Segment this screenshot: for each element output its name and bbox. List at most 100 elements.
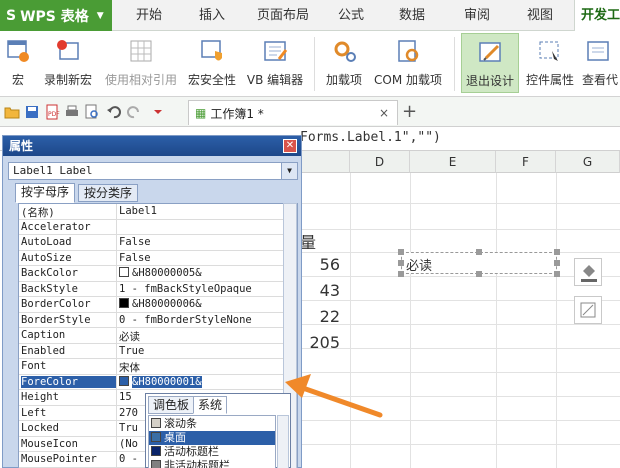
view-code-icon [582, 37, 610, 65]
object-selector[interactable]: Label1 Label ▼ [8, 162, 298, 180]
view-code-button[interactable]: 查看代 [582, 33, 620, 93]
chevron-down-icon: ▼ [281, 163, 297, 179]
ribbon-separator [314, 37, 315, 91]
object-selector-value: Label1 Label [13, 164, 93, 177]
macro-security-button[interactable]: 宏安全性 [184, 33, 240, 93]
tab-developer[interactable]: 开发工 [574, 0, 620, 31]
property-row-selected[interactable]: ForeColor &H80000001& [19, 374, 297, 390]
close-tab-icon[interactable]: × [379, 106, 389, 120]
resize-handle[interactable] [554, 271, 560, 277]
property-row[interactable]: BorderStyle 0 - fmBorderStyleNone [19, 312, 297, 328]
property-row[interactable]: Caption 必读 [19, 328, 297, 344]
document-tab[interactable]: ▦ 工作簿1 * × [188, 100, 398, 125]
properties-title[interactable]: 属性 [3, 136, 301, 156]
property-row[interactable]: BackStyle 1 - fmBackStyleOpaque [19, 281, 297, 297]
property-row[interactable]: Accelerator [19, 219, 297, 235]
grid-line [350, 173, 351, 468]
list-item[interactable]: 滚动条 [149, 417, 275, 431]
resize-handle[interactable] [476, 249, 482, 255]
close-icon[interactable]: ✕ [283, 139, 297, 153]
fill-color-button[interactable] [574, 258, 602, 286]
color-swatch [119, 267, 129, 277]
chevron-down-icon: ▼ [96, 10, 104, 21]
property-row[interactable]: AutoLoad False [19, 235, 297, 251]
grid-line [300, 229, 620, 230]
tab-palette[interactable]: 调色板 [148, 396, 195, 414]
column-header-e[interactable]: E [410, 151, 496, 173]
column-header-c[interactable] [300, 151, 350, 173]
tab-data[interactable]: 数据 [393, 0, 431, 31]
property-row[interactable]: Font 宋体 [19, 359, 297, 375]
print-preview-icon[interactable] [84, 104, 100, 120]
popup-scrollbar[interactable] [277, 415, 289, 468]
relative-reference-button[interactable]: 使用相对引用 [100, 33, 182, 93]
tab-insert[interactable]: 插入 [193, 0, 231, 31]
svg-text:PDF: PDF [48, 111, 60, 118]
cell-value[interactable]: 205 [300, 333, 340, 352]
resize-handle[interactable] [476, 271, 482, 277]
customize-toolbar-icon[interactable] [150, 104, 166, 120]
cell-value[interactable]: 43 [300, 281, 340, 300]
tab-home[interactable]: 开始 [130, 0, 168, 31]
com-addins-button[interactable]: COM 加载项 [370, 33, 446, 93]
list-item[interactable]: 非活动标题栏 [149, 459, 275, 468]
redo-icon[interactable] [126, 104, 142, 120]
app-menu-button[interactable]: S WPS 表格 ▼ [0, 0, 112, 31]
grid-line [300, 396, 620, 397]
property-row[interactable]: AutoSize False [19, 250, 297, 266]
edit-shape-button[interactable] [574, 296, 602, 324]
cell-value[interactable]: 22 [300, 307, 340, 326]
property-row[interactable]: BackColor &H80000005& [19, 266, 297, 282]
color-swatch [151, 446, 161, 456]
new-tab-icon[interactable]: + [402, 101, 417, 122]
tab-page-layout[interactable]: 页面布局 [251, 0, 315, 31]
tab-system-colors[interactable]: 系统 [193, 396, 228, 414]
control-properties-icon [536, 37, 564, 65]
export-pdf-icon[interactable]: PDF [44, 104, 60, 120]
list-item-selected[interactable]: 桌面 [149, 431, 275, 445]
grid-line [410, 173, 411, 468]
grid-line [300, 276, 620, 277]
resize-handle[interactable] [554, 249, 560, 255]
column-header-g[interactable]: G [556, 151, 620, 173]
exit-design-button[interactable]: 退出设计 [461, 33, 519, 93]
color-swatch [151, 418, 161, 428]
addins-button[interactable]: 加载项 [322, 33, 366, 93]
resize-handle[interactable] [398, 260, 404, 266]
save-icon[interactable] [24, 104, 40, 120]
property-row[interactable]: (名称) Label1 [19, 204, 297, 220]
column-header-d[interactable]: D [350, 151, 410, 173]
resize-handle[interactable] [398, 271, 404, 277]
tab-view[interactable]: 视图 [521, 0, 559, 31]
record-macro-icon [54, 37, 82, 65]
resize-handle[interactable] [398, 249, 404, 255]
color-swatch [151, 432, 161, 442]
header-cell-fragment[interactable]: 量 [300, 229, 316, 253]
print-icon[interactable] [64, 104, 80, 120]
property-row[interactable]: Enabled True [19, 343, 297, 359]
open-folder-icon[interactable] [4, 104, 20, 120]
macro-icon [4, 37, 32, 65]
color-swatch [119, 375, 129, 386]
grid-line [300, 203, 620, 204]
tab-categorized[interactable]: 按分类序 [78, 184, 139, 202]
tab-formula[interactable]: 公式 [332, 0, 370, 31]
tab-alphabetic[interactable]: 按字母序 [15, 183, 76, 203]
cell-value[interactable]: 56 [300, 255, 340, 274]
macro-security-icon [198, 37, 226, 65]
formula-text: Forms.Label.1","") [300, 130, 441, 145]
record-macro-button[interactable]: 录制新宏 [40, 33, 96, 93]
property-row[interactable]: BorderColor &H80000006& [19, 297, 297, 313]
list-item[interactable]: 活动标题栏 [149, 445, 275, 459]
color-picker-popup: 调色板 系统 滚动条 桌面 活动标题栏 非活动标题栏 [145, 393, 291, 468]
resize-handle[interactable] [554, 260, 560, 266]
exit-design-icon [476, 38, 504, 66]
undo-icon[interactable] [106, 104, 122, 120]
relative-reference-icon [127, 37, 155, 65]
macro-button[interactable]: 宏 [0, 33, 36, 93]
color-swatch [151, 460, 161, 468]
vb-editor-button[interactable]: VB 编辑器 [244, 33, 306, 93]
control-properties-button[interactable]: 控件属性 [522, 33, 578, 93]
tab-review[interactable]: 审阅 [458, 0, 496, 31]
column-header-f[interactable]: F [496, 151, 556, 173]
